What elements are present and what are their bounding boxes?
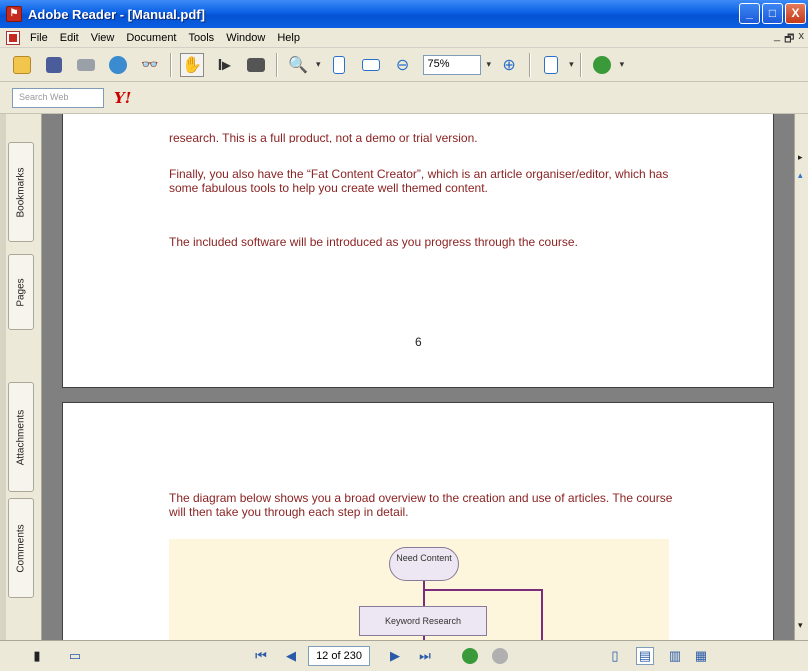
print-icon[interactable] xyxy=(74,53,98,77)
diagram-node-need-content: Need Content xyxy=(389,547,459,581)
adobe-reader-icon: ⚑ xyxy=(6,6,22,22)
right-panel: ▸ ▴ ▾ xyxy=(794,114,808,640)
page-paragraph: The included software will be introduced… xyxy=(169,235,578,249)
layout-dropdown-icon[interactable]: ▾ xyxy=(569,59,574,70)
search-toolbar: Search Web Y! xyxy=(0,82,808,114)
go-forward-icon[interactable] xyxy=(492,648,508,664)
scroll-up-icon[interactable]: ▴ xyxy=(798,170,803,181)
tab-comments[interactable]: Comments xyxy=(8,498,34,598)
close-button[interactable]: X xyxy=(785,3,806,24)
single-page-view-icon[interactable]: ▯ xyxy=(606,647,624,665)
diagram-connector xyxy=(423,589,543,591)
snapshot-icon[interactable] xyxy=(244,53,268,77)
menu-file[interactable]: File xyxy=(24,32,54,44)
facing-view-icon[interactable]: ▥ xyxy=(666,647,684,665)
page-size-icon[interactable]: ▭ xyxy=(66,647,84,665)
page-number-input[interactable]: 12 of 230 xyxy=(308,646,370,666)
expand-arrow-icon[interactable]: ▸ xyxy=(798,152,803,163)
window-title: Adobe Reader - [Manual.pdf] xyxy=(28,6,205,22)
help-icon[interactable] xyxy=(590,53,614,77)
menu-view[interactable]: View xyxy=(85,32,121,44)
doc-close-button[interactable]: x xyxy=(799,30,805,49)
pdf-page: The diagram below shows you a broad over… xyxy=(62,402,774,640)
toolbar-separator xyxy=(276,52,278,77)
page-paragraph: The diagram below shows you a broad over… xyxy=(169,491,673,519)
flow-diagram: Need Content Keyword Research xyxy=(169,539,669,640)
search-web-input[interactable]: Search Web xyxy=(12,87,104,108)
title-bar: ⚑ Adobe Reader - [Manual.pdf] _ □ X xyxy=(0,0,808,28)
toolbar-separator xyxy=(529,52,532,77)
fit-width-icon[interactable] xyxy=(359,53,383,77)
pages-layout-icon[interactable] xyxy=(539,53,563,77)
last-page-icon[interactable]: ⏭ xyxy=(416,647,434,665)
zoom-level-dropdown-icon[interactable]: ▾ xyxy=(487,59,492,70)
select-text-icon[interactable]: I▸ xyxy=(212,53,236,77)
pdf-page: research. This is a full product, not a … xyxy=(62,114,774,388)
tab-bookmarks[interactable]: Bookmarks xyxy=(8,142,34,242)
diagram-connector xyxy=(423,581,425,606)
zoom-in-tool-icon[interactable]: 🔍 xyxy=(286,53,310,77)
go-back-icon[interactable] xyxy=(462,648,478,664)
page-text-partial: research. This is a full product, not a … xyxy=(169,133,478,143)
help-dropdown-icon[interactable]: ▾ xyxy=(620,59,625,70)
diagram-connector xyxy=(541,589,543,640)
zoom-tool-dropdown-icon[interactable]: ▾ xyxy=(316,59,321,70)
tab-attachments-label: Attachments xyxy=(15,409,27,465)
menu-edit[interactable]: Edit xyxy=(54,32,85,44)
tab-pages-label: Pages xyxy=(15,277,27,307)
navigation-splitter[interactable] xyxy=(0,114,6,640)
minimize-button[interactable]: _ xyxy=(739,3,760,24)
next-page-icon[interactable]: ▶ xyxy=(386,647,404,665)
document-icon[interactable] xyxy=(6,30,20,45)
zoom-out-icon[interactable]: ⊖ xyxy=(391,53,415,77)
tab-comments-label: Comments xyxy=(15,523,27,573)
hand-tool-icon[interactable]: ✋ xyxy=(180,52,204,77)
doc-restore-button[interactable]: 🗗 xyxy=(784,30,794,49)
fit-page-icon[interactable] xyxy=(327,53,351,77)
diagram-node-keyword-research: Keyword Research xyxy=(359,606,487,636)
email-icon[interactable] xyxy=(106,53,130,77)
doc-minimize-button[interactable]: _ xyxy=(774,30,780,49)
tab-attachments[interactable]: Attachments xyxy=(8,382,34,492)
zoom-in-icon[interactable]: ⊕ xyxy=(497,53,521,77)
status-bar: ▮ ▭ ⏮ ◀ 12 of 230 ▶ ⏭ ▯ ▤ ▥ ▦ xyxy=(0,640,808,671)
toolbar: 👓 ✋ I▸ 🔍 ▾ ⊖ 75% ▾ ⊕ ▾ ▾ xyxy=(0,48,808,82)
maximize-button[interactable]: □ xyxy=(762,3,783,24)
continuous-facing-view-icon[interactable]: ▦ xyxy=(692,647,710,665)
menu-document[interactable]: Document xyxy=(120,32,182,44)
tab-pages[interactable]: Pages xyxy=(8,254,34,330)
menu-window[interactable]: Window xyxy=(220,32,271,44)
document-window-controls: _ 🗗 x xyxy=(774,30,804,49)
menu-tools[interactable]: Tools xyxy=(183,32,221,44)
page-paragraph: Finally, you also have the “Fat Content … xyxy=(169,167,669,195)
tab-bookmarks-label: Bookmarks xyxy=(15,166,27,218)
find-binoculars-icon[interactable]: 👓 xyxy=(138,53,162,77)
scroll-down-icon[interactable]: ▾ xyxy=(798,620,803,631)
navigation-panel: Bookmarks Pages Attachments Comments xyxy=(0,114,42,640)
page-number: 6 xyxy=(415,335,422,349)
previous-page-icon[interactable]: ◀ xyxy=(282,647,300,665)
open-folder-icon[interactable] xyxy=(10,53,34,77)
yahoo-logo-icon[interactable]: Y! xyxy=(114,89,131,107)
toolbar-separator xyxy=(170,52,172,77)
zoom-level-input[interactable]: 75% xyxy=(422,54,481,75)
window-controls: _ □ X xyxy=(739,3,806,24)
menu-help[interactable]: Help xyxy=(271,32,306,44)
continuous-view-icon[interactable]: ▤ xyxy=(636,647,654,665)
first-page-icon[interactable]: ⏮ xyxy=(252,647,270,665)
read-mode-icon[interactable]: ▮ xyxy=(28,647,46,665)
document-view[interactable]: research. This is a full product, not a … xyxy=(42,114,794,640)
toolbar-separator xyxy=(579,52,582,77)
menu-bar: File Edit View Document Tools Window Hel… xyxy=(0,28,808,48)
save-icon[interactable] xyxy=(42,53,66,77)
